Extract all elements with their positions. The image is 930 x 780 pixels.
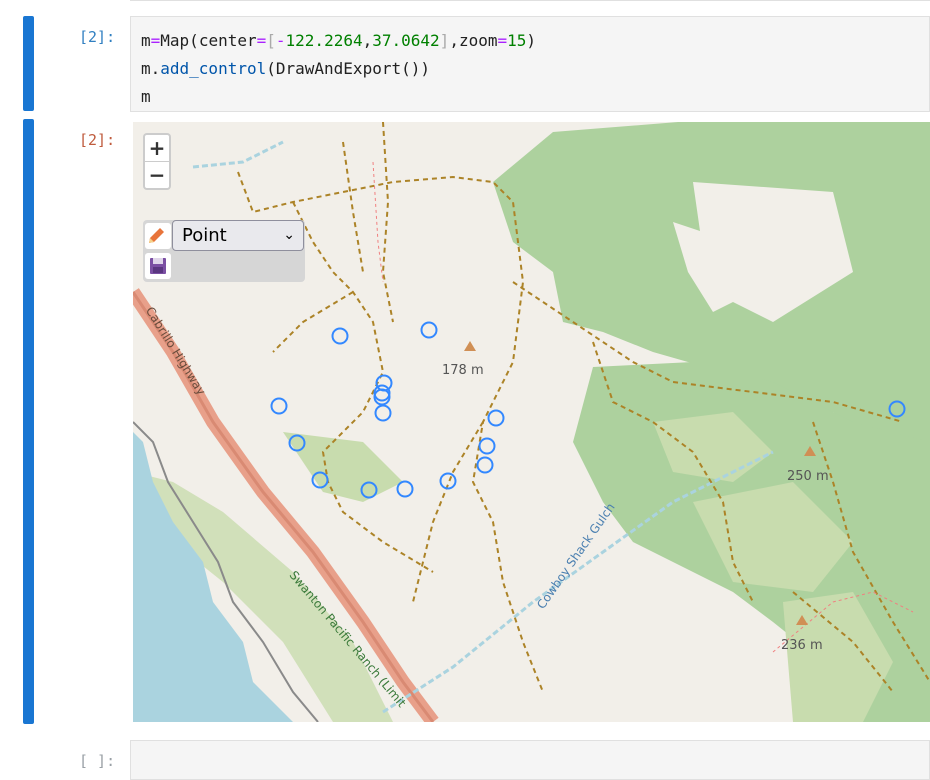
code-editor[interactable]: m=Map(center=[-122.2264,37.0642],zoom=15… bbox=[141, 27, 536, 111]
map-tiles[interactable] bbox=[133, 122, 930, 722]
chevron-down-icon: ⌄ bbox=[283, 227, 295, 243]
point-marker[interactable] bbox=[331, 327, 349, 345]
draw-type-select[interactable]: Point ⌄ bbox=[172, 220, 304, 251]
input-prompt: [2]: bbox=[79, 28, 116, 46]
draw-type-selected: Point bbox=[182, 225, 227, 246]
output-selection-bar[interactable] bbox=[23, 119, 34, 724]
point-marker[interactable] bbox=[476, 456, 494, 474]
point-marker[interactable] bbox=[478, 437, 496, 455]
code-line: m.add_control(DrawAndExport()) bbox=[141, 59, 430, 78]
draw-export-control: Point ⌄ bbox=[143, 220, 305, 282]
point-marker[interactable] bbox=[375, 374, 393, 392]
save-icon[interactable] bbox=[145, 253, 171, 279]
cell-selection-bar[interactable] bbox=[23, 16, 34, 111]
peak-label-178: 178 m bbox=[442, 363, 484, 378]
zoom-in-button[interactable]: + bbox=[145, 135, 169, 161]
point-marker[interactable] bbox=[420, 321, 438, 339]
pencil-icon[interactable] bbox=[145, 223, 171, 249]
point-marker[interactable] bbox=[396, 480, 414, 498]
peak-triangle-1 bbox=[464, 341, 476, 351]
zoom-control: + − bbox=[143, 133, 171, 190]
point-marker[interactable] bbox=[270, 397, 288, 415]
zoom-out-button[interactable]: − bbox=[145, 162, 169, 188]
code-line: m bbox=[141, 87, 151, 106]
code-input-area[interactable]: m=Map(center=[-122.2264,37.0642],zoom=15… bbox=[130, 16, 930, 112]
empty-cell-prompt: [ ]: bbox=[79, 752, 116, 770]
output-prompt: [2]: bbox=[79, 131, 116, 149]
map-widget[interactable]: 178 m 250 m 236 m Cabrillo Highway Swant… bbox=[133, 122, 930, 722]
point-marker[interactable] bbox=[374, 404, 392, 422]
code-line: m=Map(center=[-122.2264,37.0642],zoom=15… bbox=[141, 31, 537, 50]
peak-label-236: 236 m bbox=[781, 638, 823, 653]
empty-cell-input[interactable] bbox=[130, 740, 930, 780]
point-marker[interactable] bbox=[487, 409, 505, 427]
top-divider bbox=[130, 0, 930, 1]
peak-label-250: 250 m bbox=[787, 469, 829, 484]
